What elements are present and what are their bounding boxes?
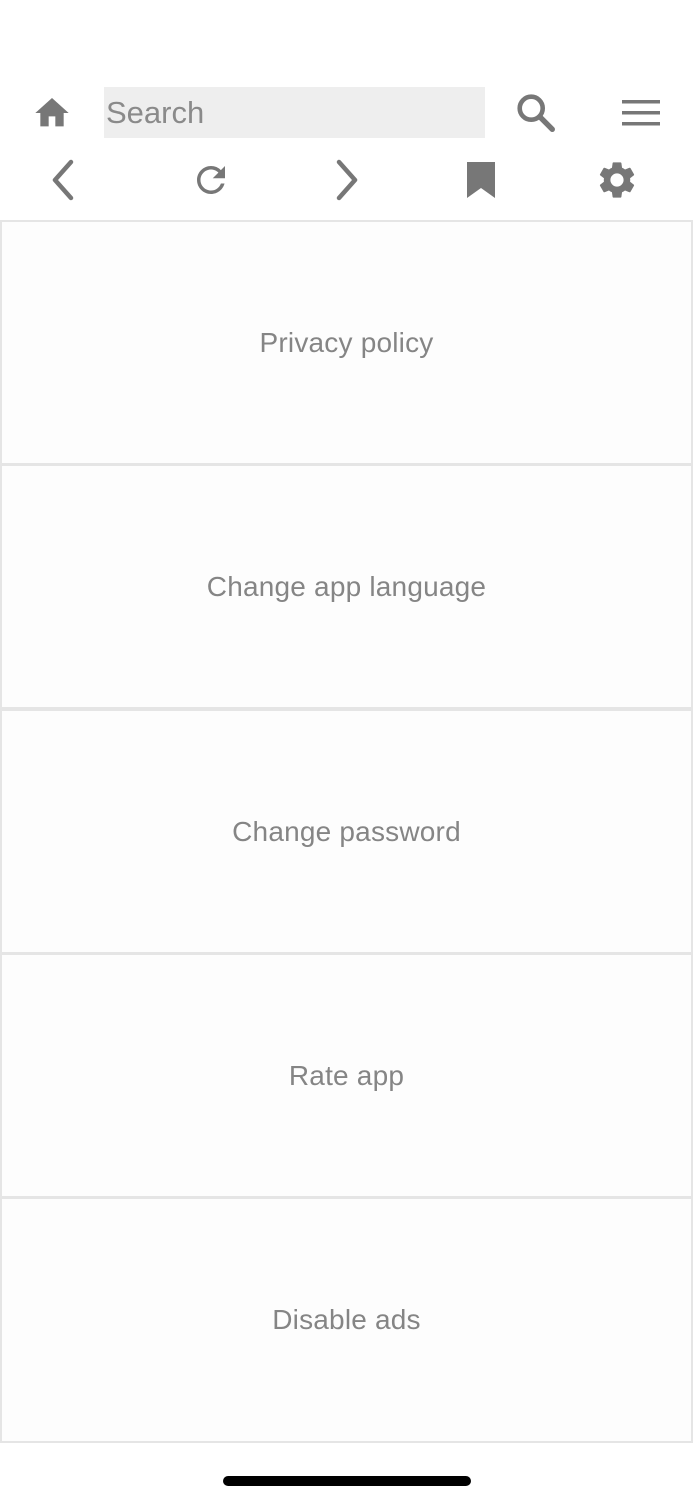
- menu-item-label: Privacy policy: [259, 326, 434, 358]
- menu-button[interactable]: [611, 86, 671, 140]
- chevron-right-icon: [336, 159, 358, 201]
- home-icon: [35, 98, 69, 127]
- settings-menu-list: Privacy policy Change app language Chang…: [0, 220, 693, 1443]
- back-button[interactable]: [34, 152, 94, 208]
- bookmark-icon: [467, 162, 495, 198]
- change-app-language-item[interactable]: Change app language: [0, 464, 693, 709]
- navigation-bar: [0, 150, 693, 210]
- menu-item-label: Disable ads: [272, 1304, 421, 1335]
- menu-item-label: Rate app: [288, 1059, 405, 1091]
- bookmark-button[interactable]: [451, 152, 511, 208]
- refresh-button[interactable]: [181, 152, 241, 208]
- refresh-icon: [197, 166, 225, 194]
- rate-app-item[interactable]: Rate app: [0, 953, 693, 1198]
- menu-item-label: Change app language: [206, 570, 487, 602]
- home-indicator[interactable]: [223, 1476, 471, 1486]
- menu-item-label: Change password: [232, 815, 461, 847]
- home-button[interactable]: [22, 88, 82, 138]
- top-bar: [0, 78, 693, 148]
- chevron-left-icon: [52, 159, 74, 201]
- search-input[interactable]: [104, 87, 485, 138]
- settings-button[interactable]: [587, 152, 647, 208]
- search-icon: [517, 94, 555, 132]
- forward-button[interactable]: [316, 152, 376, 208]
- hamburger-menu-icon: [622, 100, 660, 126]
- gear-icon: [599, 162, 635, 198]
- change-password-item[interactable]: Change password: [0, 709, 693, 954]
- disable-ads-item[interactable]: Disable ads: [0, 1197, 693, 1443]
- privacy-policy-item[interactable]: Privacy policy: [0, 220, 693, 465]
- search-button[interactable]: [508, 86, 564, 140]
